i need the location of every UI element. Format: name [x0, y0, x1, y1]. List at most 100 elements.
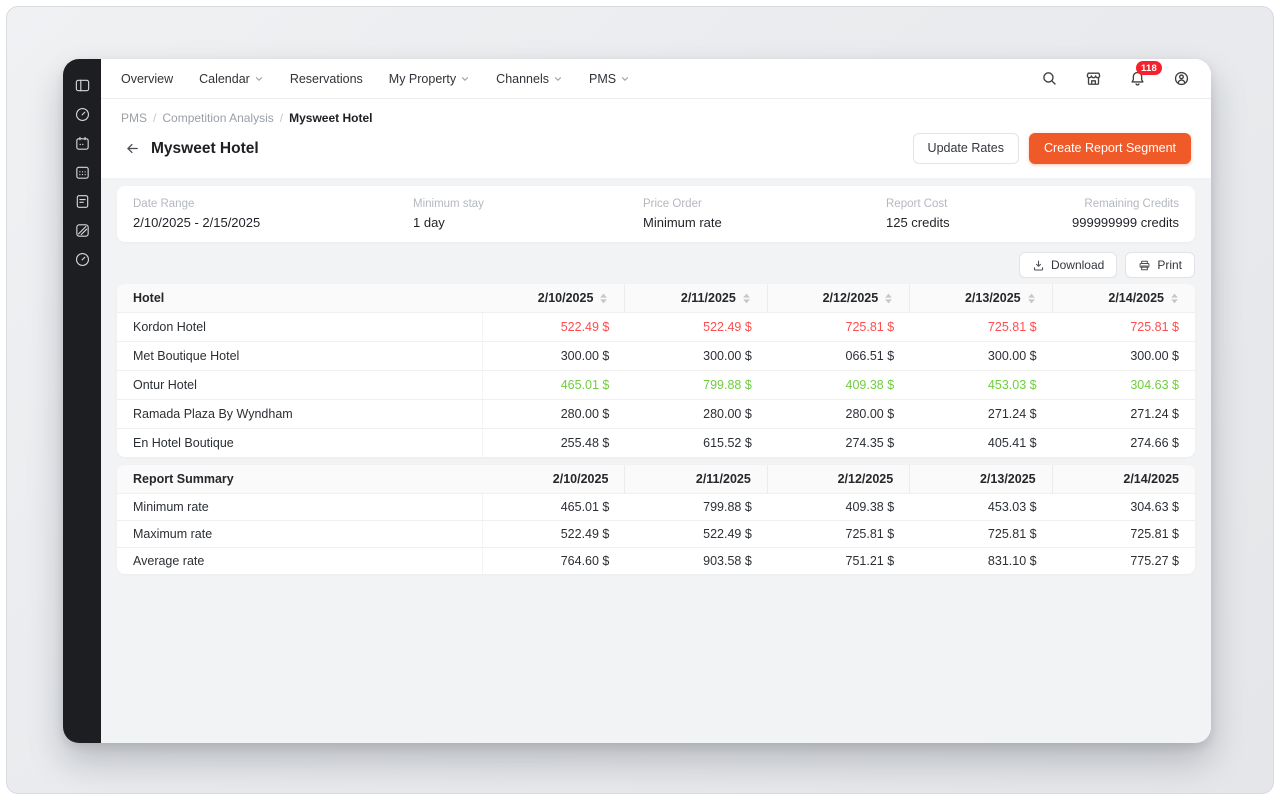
- rates-table-rate-cell: 405.41 $: [910, 429, 1052, 457]
- chevron-down-icon: [553, 73, 563, 84]
- rates-table-rate-cell: 274.66 $: [1053, 429, 1195, 457]
- sort-icon: [599, 293, 608, 304]
- rates-table-rate-cell: 066.51 $: [768, 342, 910, 370]
- finance-icon[interactable]: [68, 216, 96, 245]
- summary-table-first-header: Report Summary: [117, 465, 483, 493]
- nav-item-label: Channels: [496, 72, 549, 86]
- rates-table-row-label: En Hotel Boutique: [117, 429, 483, 457]
- rates-table-rate-cell: 271.24 $: [910, 400, 1052, 428]
- rates-table-rate-cell: 522.49 $: [483, 313, 625, 341]
- breadcrumb-item[interactable]: Competition Analysis: [162, 111, 273, 125]
- rates-table-date-header[interactable]: 2/11/2025: [625, 284, 767, 312]
- info-field-value: 2/10/2025 - 2/15/2025: [133, 215, 413, 230]
- info-field-price-order: Price OrderMinimum rate: [643, 198, 886, 230]
- profile-icon[interactable]: [1171, 69, 1191, 89]
- rates-table-date-header[interactable]: 2/14/2025: [1053, 284, 1195, 312]
- sort-icon: [742, 293, 751, 304]
- summary-table-date-header: 2/12/2025: [768, 465, 910, 493]
- rates-table-rate-cell: 255.48 $: [483, 429, 625, 457]
- calendar-month-icon[interactable]: [68, 158, 96, 187]
- nav-item-channels[interactable]: Channels: [496, 72, 563, 86]
- info-field-value: 125 credits: [886, 215, 1072, 230]
- date-header-label: 2/10/2025: [538, 291, 594, 305]
- summary-table-rate-cell: 725.81 $: [910, 521, 1052, 547]
- rates-table-rate-cell: 522.49 $: [625, 313, 767, 341]
- summary-table-date-header: 2/11/2025: [625, 465, 767, 493]
- download-button[interactable]: Download: [1019, 252, 1117, 278]
- rates-table-rate-cell: 300.00 $: [625, 342, 767, 370]
- journal-icon[interactable]: [68, 187, 96, 216]
- rates-table-rate-cell: 725.81 $: [1053, 313, 1195, 341]
- summary-table-row: Average rate764.60 $903.58 $751.21 $831.…: [117, 547, 1195, 574]
- info-field-report-cost: Report Cost125 credits: [886, 198, 1072, 230]
- breadcrumb-item[interactable]: PMS: [121, 111, 147, 125]
- rates-table-rate-cell: 274.35 $: [768, 429, 910, 457]
- nav-item-my-property[interactable]: My Property: [389, 72, 470, 86]
- download-icon: [1032, 259, 1045, 272]
- rates-table-row-label: Met Boutique Hotel: [117, 342, 483, 370]
- table-toolbar: Download Print: [117, 252, 1195, 278]
- summary-table-row: Minimum rate465.01 $799.88 $409.38 $453.…: [117, 493, 1195, 520]
- nav-item-label: Reservations: [290, 72, 363, 86]
- rates-table-rate-cell: 280.00 $: [768, 400, 910, 428]
- summary-table-rate-cell: 903.58 $: [625, 548, 767, 574]
- date-header-label: 2/12/2025: [823, 291, 879, 305]
- print-button[interactable]: Print: [1125, 252, 1195, 278]
- notification-badge: 118: [1136, 61, 1162, 76]
- print-label: Print: [1157, 258, 1182, 272]
- date-header-label: 2/11/2025: [696, 472, 751, 486]
- breadcrumb-item: Mysweet Hotel: [289, 111, 372, 125]
- rates-table-row: En Hotel Boutique255.48 $615.52 $274.35 …: [117, 428, 1195, 457]
- summary-table-rate-cell: 522.49 $: [483, 521, 625, 547]
- summary-table-rate-cell: 725.81 $: [1053, 521, 1195, 547]
- date-header-label: 2/14/2025: [1108, 291, 1164, 305]
- rates-table-date-header[interactable]: 2/10/2025: [483, 284, 625, 312]
- rates-table-date-header[interactable]: 2/12/2025: [768, 284, 910, 312]
- info-field-label: Remaining Credits: [1072, 198, 1179, 210]
- rates-table-date-header[interactable]: 2/13/2025: [910, 284, 1052, 312]
- report-summary-table: Report Summary2/10/20252/11/20252/12/202…: [117, 465, 1195, 574]
- rates-table-body: Kordon Hotel522.49 $522.49 $725.81 $725.…: [117, 312, 1195, 457]
- summary-table-row-label: Average rate: [117, 548, 483, 574]
- download-label: Download: [1051, 258, 1104, 272]
- summary-table-rate-cell: 304.63 $: [1053, 494, 1195, 520]
- info-field-remaining-credits: Remaining Credits 999999999 credits: [1072, 198, 1179, 230]
- performance-gauge-icon[interactable]: [68, 245, 96, 274]
- rates-table-rate-cell: 799.88 $: [625, 371, 767, 399]
- chevron-down-icon: [460, 73, 470, 84]
- summary-table-rate-cell: 725.81 $: [768, 521, 910, 547]
- dashboard-gauge-icon[interactable]: [68, 100, 96, 129]
- info-field-value: 1 day: [413, 215, 643, 230]
- page-title: Mysweet Hotel: [151, 140, 259, 158]
- summary-table-row: Maximum rate522.49 $522.49 $725.81 $725.…: [117, 520, 1195, 547]
- breadcrumb-separator: /: [280, 111, 283, 125]
- summary-table-row-label: Maximum rate: [117, 521, 483, 547]
- notifications-bell-icon[interactable]: 118: [1127, 69, 1147, 89]
- date-header-label: 2/11/2025: [681, 291, 736, 305]
- back-arrow-icon[interactable]: [121, 138, 143, 160]
- summary-table-rate-cell: 775.27 $: [1053, 548, 1195, 574]
- date-header-label: 2/14/2025: [1123, 472, 1179, 486]
- search-icon[interactable]: [1039, 69, 1059, 89]
- marketplace-icon[interactable]: [1083, 69, 1103, 89]
- sidebar-toggle-icon[interactable]: [68, 71, 96, 100]
- icon-sidebar: [63, 59, 101, 743]
- update-rates-button[interactable]: Update Rates: [913, 133, 1019, 164]
- top-navbar: Overview Calendar Reservations My Property C…: [101, 59, 1211, 99]
- summary-table-date-header: 2/13/2025: [910, 465, 1052, 493]
- calendar-event-icon[interactable]: [68, 129, 96, 158]
- date-header-label: 2/12/2025: [838, 472, 894, 486]
- create-report-segment-button[interactable]: Create Report Segment: [1029, 133, 1191, 164]
- rates-table-rate-cell: 615.52 $: [625, 429, 767, 457]
- info-field-label: Date Range: [133, 198, 413, 210]
- nav-item-overview[interactable]: Overview: [121, 72, 173, 86]
- header-actions: Update Rates Create Report Segment: [913, 133, 1191, 164]
- nav-item-reservations[interactable]: Reservations: [290, 72, 363, 86]
- nav-item-calendar[interactable]: Calendar: [199, 72, 264, 86]
- sort-icon: [1170, 293, 1179, 304]
- rates-table-row: Ramada Plaza By Wyndham280.00 $280.00 $2…: [117, 399, 1195, 428]
- rates-table-row-label: Ontur Hotel: [117, 371, 483, 399]
- info-field-value: 999999999 credits: [1072, 215, 1179, 230]
- nav-item-pms[interactable]: PMS: [589, 72, 630, 86]
- rates-table-first-header: Hotel: [117, 284, 483, 312]
